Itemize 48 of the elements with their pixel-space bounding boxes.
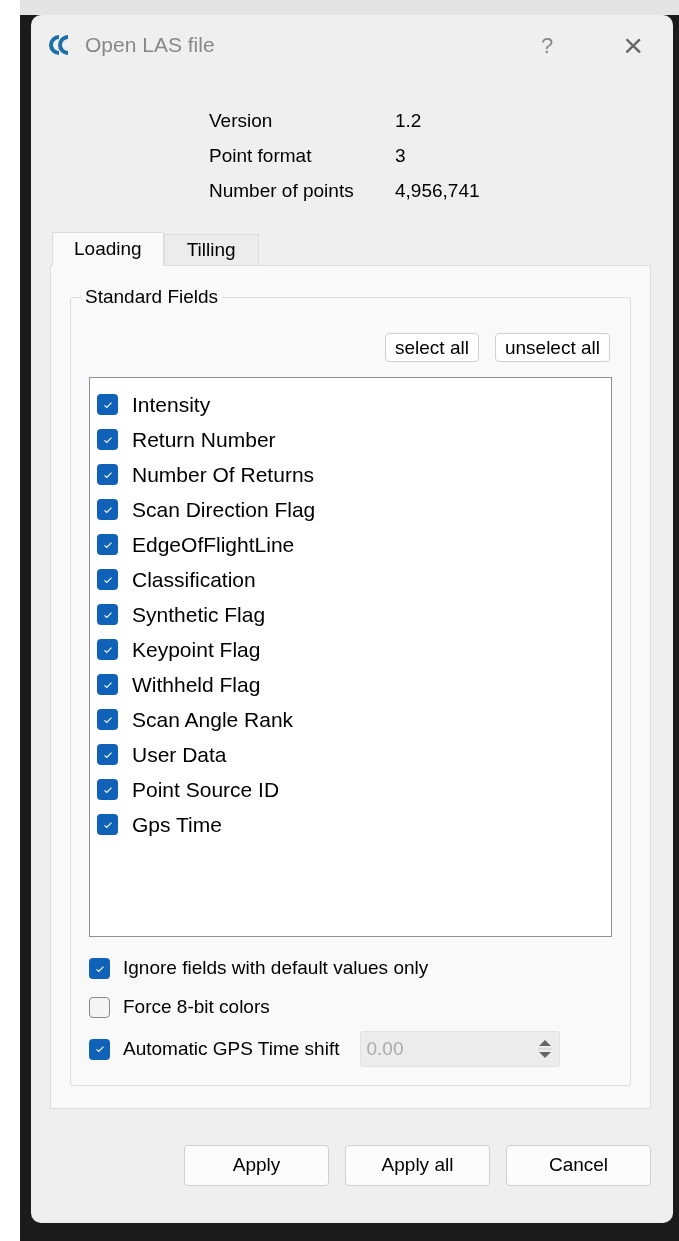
spin-value: 0.00 [366, 1036, 405, 1061]
info-value: 4,956,741 [395, 179, 481, 202]
dialog-button[interactable]: Cancel [506, 1145, 651, 1186]
checkbox[interactable] [97, 744, 118, 765]
checkbox[interactable] [97, 674, 118, 695]
field-label: Gps Time [132, 811, 222, 838]
info-label: Number of points [209, 179, 355, 202]
field-label: Synthetic Flag [132, 601, 266, 628]
field-label: User Data [132, 741, 227, 768]
field-label: Return Number [132, 426, 276, 453]
info-value: 1.2 [395, 109, 423, 132]
option-label: Force 8-bit colors [123, 995, 270, 1020]
option-label: Automatic GPS Time shift [123, 1036, 340, 1061]
field-label: Point Source ID [132, 776, 280, 803]
field-label: Scan Direction Flag [132, 496, 316, 523]
field-label: Classification [132, 566, 256, 593]
toolbar-button[interactable]: unselect all [494, 333, 610, 362]
checkbox[interactable] [97, 569, 118, 590]
checkbox[interactable] [97, 499, 118, 520]
tab[interactable]: Tilling [163, 234, 259, 265]
field-label: EdgeOfFlightLine [132, 531, 295, 558]
checkbox[interactable] [97, 639, 118, 660]
info-label: Version [209, 109, 274, 132]
field-label: Scan Angle Rank [132, 706, 294, 733]
tab[interactable]: Loading [52, 232, 164, 266]
field-label: Withheld Flag [132, 671, 261, 698]
field-label: Keypoint Flag [132, 636, 261, 663]
close-button[interactable]: × [623, 28, 643, 62]
toolbar-button[interactable]: select all [385, 333, 479, 362]
checkbox[interactable] [97, 814, 118, 835]
checkbox[interactable] [89, 997, 110, 1018]
checkbox[interactable] [89, 1038, 110, 1060]
checkbox[interactable] [97, 604, 118, 625]
checkbox[interactable] [97, 429, 118, 450]
option-label: Ignore fields with default values only [123, 956, 429, 981]
dialog-button[interactable]: Apply [184, 1145, 329, 1186]
checkbox[interactable] [97, 464, 118, 485]
checkbox[interactable] [97, 709, 118, 730]
field-label: Intensity [132, 391, 211, 418]
checkbox[interactable] [97, 779, 118, 800]
checkbox[interactable] [89, 958, 110, 979]
info-label: Point format [209, 144, 313, 167]
checkbox[interactable] [97, 394, 118, 415]
checkbox[interactable] [97, 534, 118, 555]
field-label: Number Of Returns [132, 461, 315, 488]
window-title: Open LAS file [85, 32, 215, 59]
info-value: 3 [395, 144, 407, 167]
dialog-button[interactable]: Apply all [345, 1145, 490, 1186]
